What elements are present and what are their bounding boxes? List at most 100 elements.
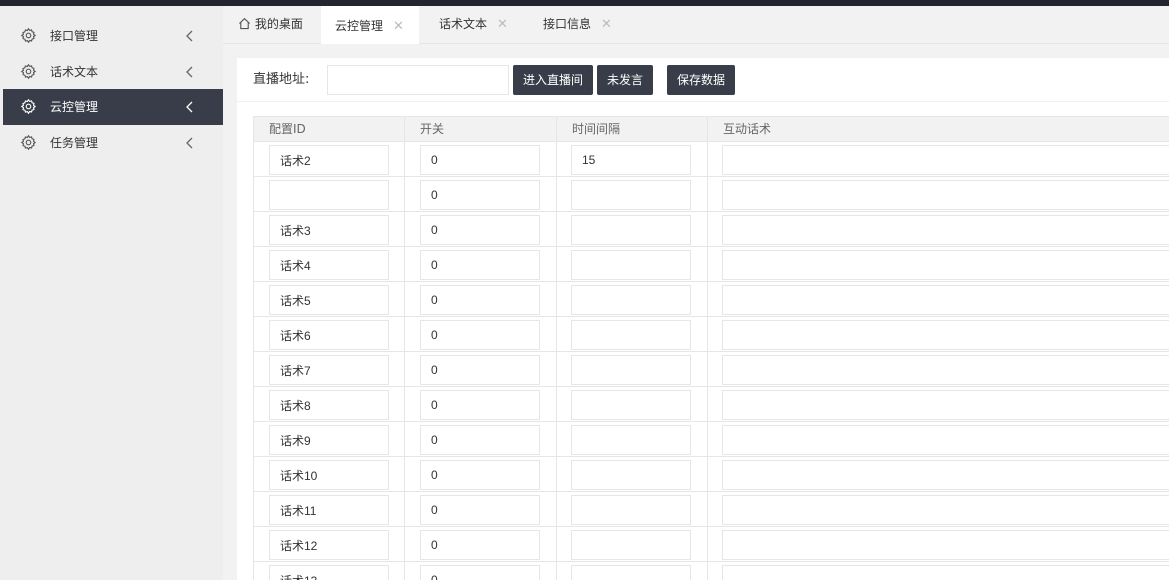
switch-input[interactable]	[420, 495, 540, 525]
interval-input[interactable]	[571, 355, 691, 385]
table-cell	[254, 422, 405, 457]
script-input[interactable]	[722, 250, 1169, 280]
script-input[interactable]	[722, 285, 1169, 315]
interval-input[interactable]	[571, 495, 691, 525]
interval-input[interactable]	[571, 530, 691, 560]
config-id-input[interactable]	[269, 215, 389, 245]
switch-input[interactable]	[420, 390, 540, 420]
interval-input[interactable]	[571, 215, 691, 245]
table-cell	[708, 212, 1169, 247]
table-row	[254, 247, 1169, 282]
interval-input[interactable]	[571, 180, 691, 210]
config-id-input[interactable]	[269, 460, 389, 490]
table-row	[254, 212, 1169, 247]
sidebar-item-label: 任务管理	[50, 136, 99, 150]
sidebar-item-scripts[interactable]: 话术文本	[3, 54, 223, 90]
config-id-input[interactable]	[269, 390, 389, 420]
switch-input[interactable]	[420, 425, 540, 455]
config-id-input[interactable]	[269, 425, 389, 455]
script-input[interactable]	[722, 565, 1169, 580]
address-label: 直播地址:	[253, 72, 310, 87]
save-data-button[interactable]: 保存数据	[667, 65, 735, 95]
config-id-input[interactable]	[269, 495, 389, 525]
table-cell	[254, 387, 405, 422]
config-id-input[interactable]	[269, 565, 389, 580]
interval-input[interactable]	[571, 390, 691, 420]
script-input[interactable]	[722, 495, 1169, 525]
config-id-input[interactable]	[269, 285, 389, 315]
table-row	[254, 317, 1169, 352]
config-id-input[interactable]	[269, 530, 389, 560]
config-id-input[interactable]	[269, 355, 389, 385]
script-input[interactable]	[722, 390, 1169, 420]
table-cell	[708, 177, 1169, 212]
table-cell	[708, 527, 1169, 562]
interval-input[interactable]	[571, 425, 691, 455]
script-input[interactable]	[722, 530, 1169, 560]
switch-input[interactable]	[420, 250, 540, 280]
switch-input[interactable]	[420, 180, 540, 210]
table-cell	[708, 492, 1169, 527]
interval-input[interactable]	[571, 285, 691, 315]
interval-input[interactable]	[571, 320, 691, 350]
table-cell	[557, 352, 708, 387]
tab-scripts[interactable]: 话术文本 ✕	[439, 6, 529, 44]
table-cell	[405, 527, 557, 562]
interval-input[interactable]	[571, 145, 691, 175]
table-cell	[557, 142, 708, 177]
address-input[interactable]	[327, 65, 509, 95]
table-cell	[557, 212, 708, 247]
table-row	[254, 387, 1169, 422]
script-input[interactable]	[722, 355, 1169, 385]
script-input[interactable]	[722, 460, 1169, 490]
config-id-input[interactable]	[269, 180, 389, 210]
table-cell	[708, 142, 1169, 177]
silent-button[interactable]: 未发言	[597, 65, 653, 95]
sidebar-item-cloud-control[interactable]: 云控管理	[3, 89, 223, 125]
script-input[interactable]	[722, 145, 1169, 175]
tab-cloud-control[interactable]: 云控管理 ✕	[321, 6, 419, 44]
script-input[interactable]	[722, 425, 1169, 455]
script-input[interactable]	[722, 180, 1169, 210]
table-cell	[405, 387, 557, 422]
tab-interface-info[interactable]: 接口信息 ✕	[543, 6, 633, 44]
switch-input[interactable]	[420, 320, 540, 350]
script-input[interactable]	[722, 215, 1169, 245]
enter-live-room-button[interactable]: 进入直播间	[513, 65, 593, 95]
interval-input[interactable]	[571, 565, 691, 580]
tab-label: 接口信息	[543, 17, 592, 31]
switch-input[interactable]	[420, 460, 540, 490]
switch-input[interactable]	[420, 355, 540, 385]
tab-home[interactable]: 我的桌面	[238, 6, 328, 44]
sidebar-item-interface[interactable]: 接口管理	[3, 18, 223, 54]
interval-input[interactable]	[571, 460, 691, 490]
table-cell	[254, 562, 405, 580]
interval-input[interactable]	[571, 250, 691, 280]
table-cell	[254, 282, 405, 317]
table-cell	[708, 317, 1169, 352]
sidebar-item-tasks[interactable]: 任务管理	[3, 125, 223, 161]
gear-icon	[20, 63, 37, 80]
script-input[interactable]	[722, 320, 1169, 350]
close-icon[interactable]: ✕	[497, 17, 508, 32]
table-cell	[405, 177, 557, 212]
switch-input[interactable]	[420, 145, 540, 175]
table-cell	[254, 177, 405, 212]
config-id-input[interactable]	[269, 250, 389, 280]
table-cell	[557, 282, 708, 317]
table-cell	[708, 457, 1169, 492]
config-id-input[interactable]	[269, 145, 389, 175]
table-cell	[708, 562, 1169, 580]
switch-input[interactable]	[420, 285, 540, 315]
switch-input[interactable]	[420, 215, 540, 245]
close-icon[interactable]: ✕	[393, 19, 404, 34]
switch-input[interactable]	[420, 565, 540, 580]
gear-icon	[20, 98, 37, 115]
switch-input[interactable]	[420, 530, 540, 560]
table-cell	[405, 492, 557, 527]
tab-label: 话术文本	[439, 17, 488, 31]
close-icon[interactable]: ✕	[601, 17, 612, 32]
config-id-input[interactable]	[269, 320, 389, 350]
column-header-script: 互动话术	[723, 122, 772, 136]
table-cell	[708, 247, 1169, 282]
